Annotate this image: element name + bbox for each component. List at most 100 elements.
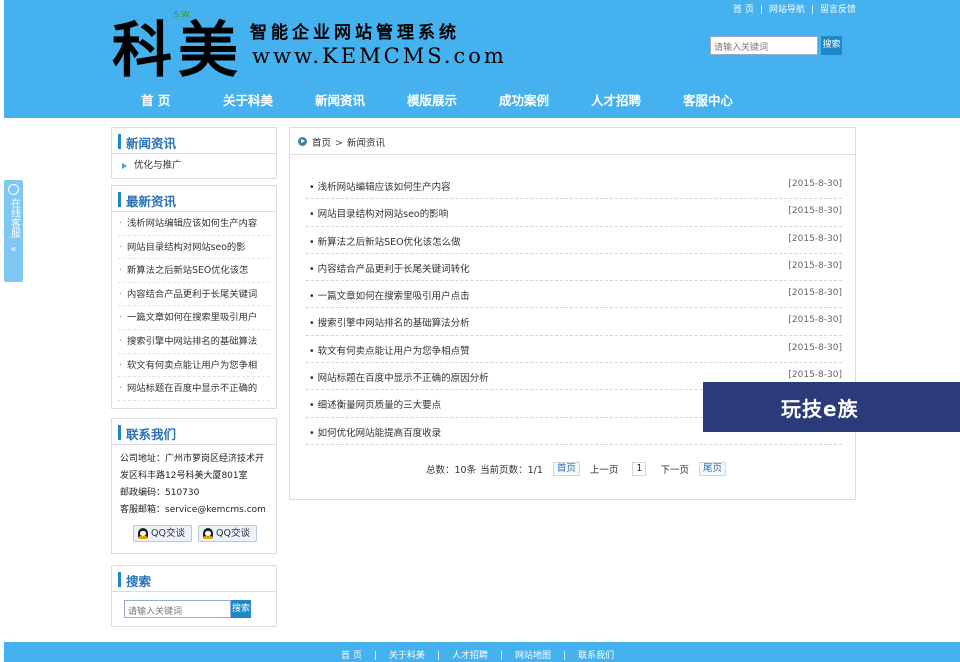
pager-next-button[interactable]: 下一页 — [660, 462, 689, 476]
article-date: [2015-8-30] — [788, 179, 842, 189]
nav-templates[interactable]: 模版展示 — [407, 90, 499, 110]
contact-postcode: 邮政编码：510730 — [120, 488, 200, 498]
article-date: [2015-8-30] — [788, 233, 842, 244]
footer-links: 首 页 | 关于科美 | 人才招聘 | 网站地图 | 联系我们 — [341, 648, 614, 661]
site-header: 科美 S.W. 智能企业网站管理系统 www.KEMCMS.com 首 页 | 网站… — [4, 0, 960, 118]
separator: | — [810, 5, 814, 15]
article-title[interactable]: 如何优化网站能提高百度收录 — [309, 425, 442, 439]
separator: | — [373, 651, 377, 661]
logo-url: www.KEMCMS.com — [252, 44, 507, 68]
footer-link-jobs[interactable]: 人才招聘 — [452, 651, 488, 661]
footer-link-contact[interactable]: 联系我们 — [578, 651, 614, 661]
article-title[interactable]: 搜索引擎中网站排名的基础算法分析 — [309, 315, 470, 329]
header-search-button[interactable]: 搜索 — [821, 36, 842, 55]
qq-penguin-icon — [203, 528, 213, 539]
latest-news-item[interactable]: 一篇文章如何在搜索里吸引用户 — [118, 306, 270, 330]
breadcrumb: 首页 > 新闻资讯 — [290, 128, 855, 155]
footer-link-about[interactable]: 关于科美 — [389, 651, 425, 661]
article-title[interactable]: 细述衡量网页质量的三大要点 — [309, 397, 442, 411]
article-row: 一篇文章如何在搜索里吸引用户点击 [2015-8-30] — [306, 281, 842, 309]
box-title: 最新资讯 — [112, 186, 276, 212]
category-item[interactable]: 优化与推广 — [112, 154, 276, 178]
pager-current: 当前页数：1/1 — [480, 465, 543, 476]
qq-chat-button[interactable]: QQ交谈 — [133, 525, 192, 542]
pagination: 总数：10条 当前页数：1/1 首页 上一页 1 下一页 尾页 — [426, 462, 732, 476]
watermark-banner: 玩技e族 — [703, 382, 960, 432]
qq-chat-button[interactable]: QQ交谈 — [198, 525, 257, 542]
top-link-feedback[interactable]: 留言反馈 — [820, 5, 856, 15]
pager-prev-button[interactable]: 上一页 — [590, 462, 619, 476]
main-nav: 首 页 关于科美 新闻资讯 模版展示 成功案例 人才招聘 客服中心 — [141, 90, 763, 110]
breadcrumb-news[interactable]: 新闻资讯 — [347, 138, 385, 149]
latest-news-item[interactable]: 新算法之后新站SEO优化该怎 — [118, 259, 270, 283]
contact-address: 公司地址：广州市萝岗区经济技术开发区科丰路12号科美大厦801室 — [120, 454, 265, 481]
latest-news-list: 浅析网站编辑应该如何生产内容 网站目录结构对网站seo的影 新算法之后新站SEO… — [112, 212, 276, 401]
qq-chat-label: QQ交谈 — [216, 528, 250, 539]
nav-jobs[interactable]: 人才招聘 — [591, 90, 683, 110]
latest-news-item[interactable]: 内容结合产品更利于长尾关键词 — [118, 283, 270, 307]
watermark-text: 玩技e族 — [781, 397, 859, 421]
article-date: [2015-8-30] — [788, 315, 842, 326]
top-link-home[interactable]: 首 页 — [733, 5, 754, 15]
contact-box: 联系我们 公司地址：广州市萝岗区经济技术开发区科丰路12号科美大厦801室 邮政… — [111, 418, 277, 554]
latest-news-item[interactable]: 网站标题在百度中显示不正确的 — [118, 377, 270, 401]
article-title[interactable]: 新算法之后新站SEO优化该怎么做 — [309, 234, 461, 248]
news-category-title: 新闻资讯 — [126, 136, 177, 151]
qq-icon — [8, 184, 19, 195]
article-date: [2015-8-30] — [788, 370, 842, 381]
article-row: 网站目录结构对网站seo的影响 [2015-8-30] — [306, 199, 842, 227]
pager-page-1[interactable]: 1 — [632, 462, 647, 476]
contact-details: 公司地址：广州市萝岗区经济技术开发区科丰路12号科美大厦801室 邮政编码：51… — [112, 445, 276, 519]
nav-news[interactable]: 新闻资讯 — [315, 90, 407, 110]
contact-email: 客服邮箱：service@kemcms.com — [120, 505, 266, 515]
article-row: 软文有何卖点能让用户为您争相点赞 [2015-8-30] — [306, 336, 842, 364]
latest-news-item[interactable]: 网站目录结构对网站seo的影 — [118, 236, 270, 260]
article-title[interactable]: 软文有何卖点能让用户为您争相点赞 — [309, 343, 470, 357]
pager-first-button[interactable]: 首页 — [552, 462, 580, 476]
article-title[interactable]: 网站标题在百度中显示不正确的原因分析 — [309, 370, 489, 384]
separator: | — [436, 651, 440, 661]
footer-link-home[interactable]: 首 页 — [341, 651, 362, 661]
qq-chat-label: QQ交谈 — [151, 528, 185, 539]
site-footer: 首 页 | 关于科美 | 人才招聘 | 网站地图 | 联系我们 — [4, 642, 960, 662]
article-title[interactable]: 网站目录结构对网站seo的影响 — [309, 206, 449, 220]
nav-home[interactable]: 首 页 — [141, 90, 223, 110]
latest-news-item[interactable]: 搜索引擎中网站排名的基础算法 — [118, 330, 270, 354]
article-row: 浅析网站编辑应该如何生产内容 [2015-8-30] — [306, 172, 842, 200]
online-service-tab[interactable]: 在线客服 « — [4, 180, 23, 282]
article-date: [2015-8-30] — [788, 206, 842, 217]
latest-news-item[interactable]: 浅析网站编辑应该如何生产内容 — [118, 212, 270, 236]
nav-cases[interactable]: 成功案例 — [499, 90, 591, 110]
article-date: [2015-8-30] — [788, 288, 842, 299]
nav-about[interactable]: 关于科美 — [223, 90, 315, 110]
box-title: 联系我们 — [112, 419, 276, 445]
box-title: 新闻资讯 — [112, 128, 276, 154]
article-title[interactable]: 内容结合产品更利于长尾关键词转化 — [309, 261, 470, 275]
header-search: 请输入关键词 搜索 — [710, 36, 842, 55]
header-search-input[interactable]: 请输入关键词 — [710, 36, 818, 55]
sidebar-search-title: 搜索 — [126, 574, 152, 589]
separator: | — [500, 651, 504, 661]
sidebar-search-input[interactable]: 请输入关键词 — [124, 600, 231, 618]
logo-slogan: 智能企业网站管理系统 — [250, 23, 460, 43]
qq-penguin-icon — [138, 528, 148, 539]
breadcrumb-home[interactable]: 首页 — [312, 138, 331, 149]
breadcrumb-trail: 首页 > 新闻资讯 — [312, 135, 385, 149]
pager-last-button[interactable]: 尾页 — [698, 462, 726, 476]
separator: | — [759, 5, 763, 15]
sidebar-search-button[interactable]: 搜索 — [231, 600, 251, 618]
top-link-sitemap[interactable]: 网站导航 — [769, 5, 805, 15]
latest-news-box: 最新资讯 浅析网站编辑应该如何生产内容 网站目录结构对网站seo的影 新算法之后… — [111, 185, 277, 409]
news-category-box: 新闻资讯 优化与推广 — [111, 127, 277, 179]
box-title: 搜索 — [112, 566, 276, 592]
site-logo[interactable]: 科美 S.W. 智能企业网站管理系统 www.KEMCMS.com — [112, 4, 504, 86]
footer-link-sitemap[interactable]: 网站地图 — [515, 651, 551, 661]
nav-service[interactable]: 客服中心 — [683, 90, 763, 110]
latest-news-item[interactable]: 软文有何卖点能让用户为您争相 — [118, 354, 270, 378]
chevron-left-icon: « — [10, 244, 17, 255]
contact-title: 联系我们 — [126, 427, 177, 442]
separator: | — [563, 651, 567, 661]
article-title[interactable]: 一篇文章如何在搜索里吸引用户点击 — [309, 288, 470, 302]
qq-buttons: QQ交谈 QQ交谈 — [133, 525, 257, 542]
article-title[interactable]: 浅析网站编辑应该如何生产内容 — [309, 179, 451, 193]
